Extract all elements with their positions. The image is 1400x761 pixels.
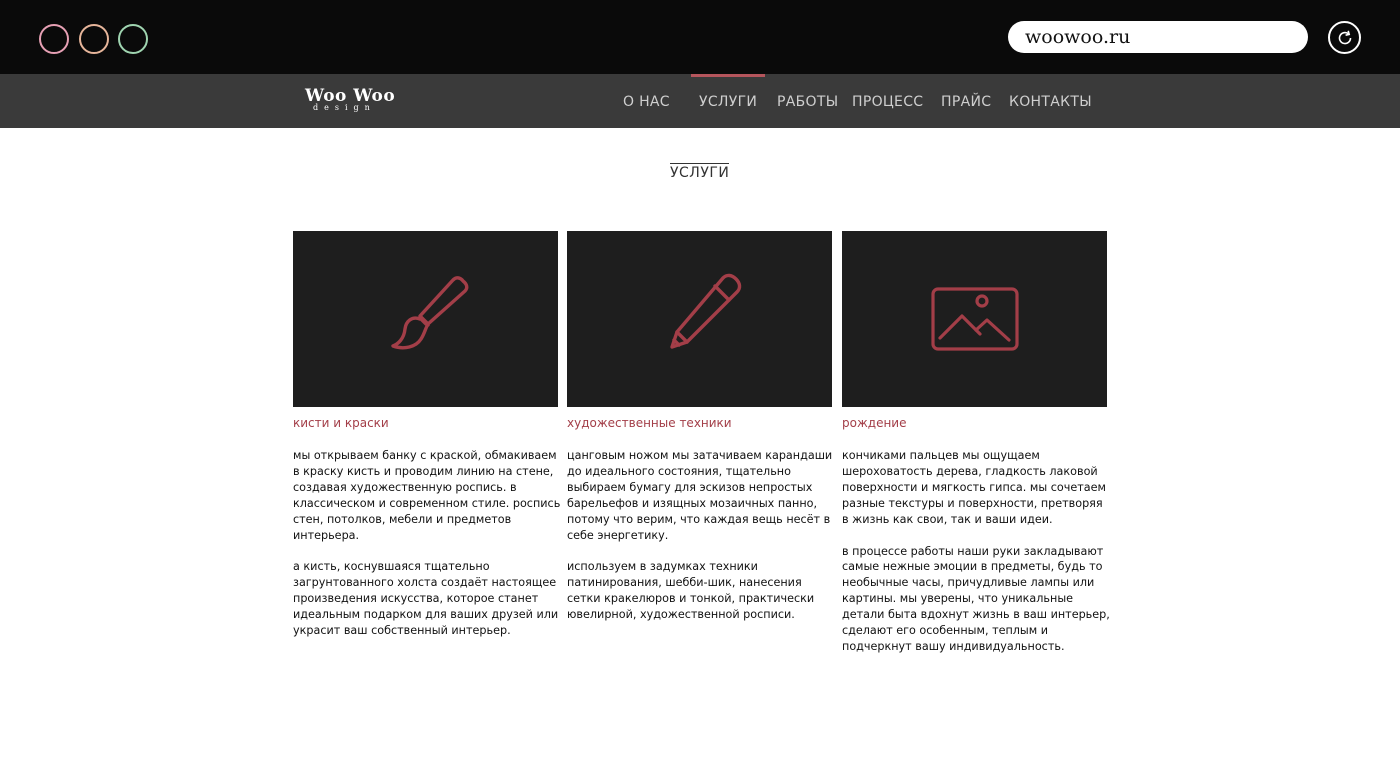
card-title: художественные техники (567, 416, 732, 430)
card-image-picture (842, 231, 1107, 407)
browser-toolbar: woowoo.ru (0, 0, 1400, 74)
window-close-button[interactable] (39, 24, 69, 54)
reload-icon (1338, 30, 1351, 44)
window-minimize-button[interactable] (79, 24, 109, 54)
card-title: кисти и краски (293, 416, 389, 430)
card-image-pencil (567, 231, 832, 407)
window-maximize-button[interactable] (118, 24, 148, 54)
nav-item-services[interactable]: услуги (690, 74, 766, 128)
pencil-icon (669, 273, 741, 349)
card-paragraph: используем в задумках техники патинирова… (567, 560, 815, 622)
nav-item-about[interactable]: о нас (623, 74, 670, 128)
card-paragraph: кончиками пальцев мы ощущаем шероховатос… (842, 449, 1106, 526)
address-bar[interactable]: woowoo.ru (1008, 21, 1308, 53)
site-logo[interactable]: Woo Woo design (305, 87, 395, 112)
reload-button[interactable] (1328, 21, 1361, 54)
nav-item-contacts[interactable]: контакты (1009, 74, 1092, 128)
card-description: цанговым ножом мы затачиваем карандаши д… (567, 448, 835, 623)
card-paragraph: цанговым ножом мы затачиваем карандаши д… (567, 449, 833, 542)
card-description: мы открываем банку с краской, обмакиваем… (293, 448, 561, 639)
card-image-brush (293, 231, 558, 407)
nav-item-works[interactable]: работы (777, 74, 838, 128)
card-paragraph: в процессе работы наши руки закладывают … (842, 544, 1110, 653)
card-description: кончиками пальцев мы ощущаем шероховатос… (842, 448, 1110, 655)
section-title: услуги (670, 163, 730, 181)
site-header: Woo Woo design о нас услуги работы проце… (0, 74, 1400, 128)
card-paragraph: мы открываем банку с краской, обмакиваем… (293, 449, 561, 542)
paintbrush-icon (390, 276, 468, 350)
image-icon (930, 287, 1019, 351)
nav-item-process[interactable]: процесс (852, 74, 923, 128)
nav-item-price[interactable]: прайс (941, 74, 991, 128)
card-title: рождение (842, 416, 907, 430)
card-paragraph: а кисть, коснувшаяся тщательно загрунтов… (293, 560, 559, 638)
